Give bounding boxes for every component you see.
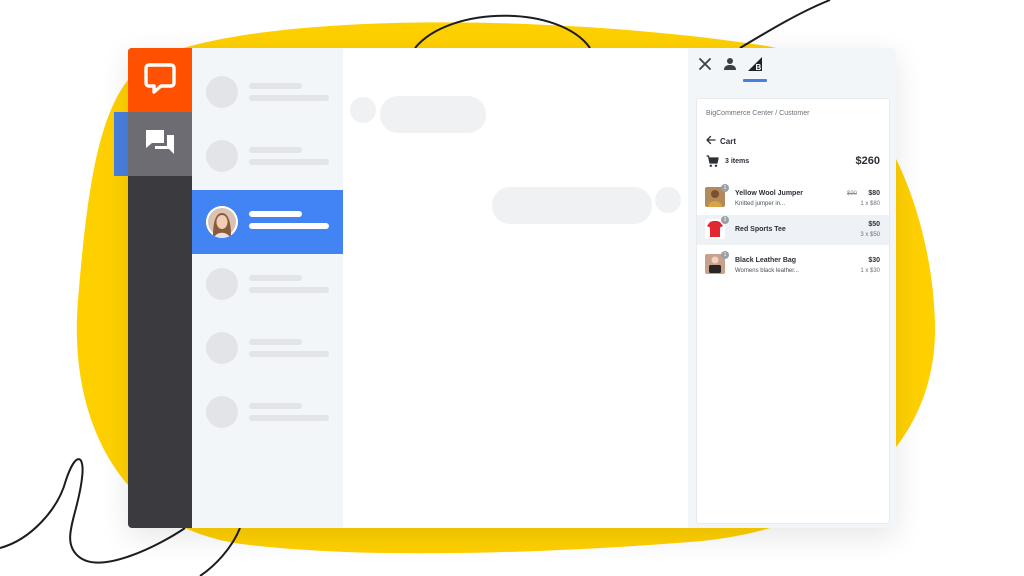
avatar-placeholder xyxy=(206,76,238,108)
chat-list-item[interactable] xyxy=(192,126,343,190)
chat-list-item[interactable] xyxy=(192,318,343,382)
product-name: Red Sports Tee xyxy=(735,226,786,233)
icon-rail xyxy=(128,48,192,528)
app-window: B BigCommerce Center / Customer Cart 3 i… xyxy=(128,48,896,528)
cart-item[interactable]: 1 Black Leather Bag Womens black leather… xyxy=(697,250,889,280)
product-name: Yellow Wool Jumper xyxy=(735,190,803,197)
product-name: Black Leather Bag xyxy=(735,257,797,264)
close-icon xyxy=(698,57,712,76)
name-placeholder xyxy=(249,83,302,89)
product-price: $80 xyxy=(868,190,880,197)
back-to-cart-button[interactable]: Cart xyxy=(706,132,736,150)
quantity-badge: 1 xyxy=(721,251,729,259)
customer-icon xyxy=(723,57,737,76)
chat-list-item[interactable] xyxy=(192,254,343,318)
avatar-placeholder xyxy=(206,332,238,364)
chats-accent xyxy=(114,112,128,176)
cart-total: $260 xyxy=(855,155,880,167)
chat-list-item-active[interactable] xyxy=(192,190,343,254)
avatar-placeholder xyxy=(206,268,238,300)
chat-list-item[interactable] xyxy=(192,62,343,126)
breadcrumb: BigCommerce Center / Customer xyxy=(706,110,810,117)
quantity-badge: 1 xyxy=(721,184,729,192)
speech-bubble-icon xyxy=(143,61,177,100)
name-placeholder xyxy=(249,275,302,281)
details-panel: B BigCommerce Center / Customer Cart 3 i… xyxy=(688,48,896,528)
agent-avatar-placeholder xyxy=(655,187,681,213)
customer-card: BigCommerce Center / Customer Cart 3 ite… xyxy=(696,98,890,524)
close-button[interactable] xyxy=(695,56,715,76)
product-old-price: $90 xyxy=(846,191,857,197)
message-placeholder xyxy=(249,159,329,165)
svg-text:B: B xyxy=(756,62,762,71)
arrow-left-icon xyxy=(706,132,716,150)
app-logo xyxy=(128,48,192,112)
cart-icon xyxy=(706,155,719,173)
name-placeholder xyxy=(249,211,302,217)
details-tabs: B xyxy=(688,48,896,90)
name-placeholder xyxy=(249,147,302,153)
sender-avatar-placeholder xyxy=(350,97,376,123)
message-placeholder xyxy=(249,415,329,421)
customer-avatar xyxy=(206,206,238,238)
message-placeholder xyxy=(249,351,329,357)
chats-nav-button[interactable] xyxy=(128,112,192,176)
name-placeholder xyxy=(249,403,302,409)
message-placeholder xyxy=(249,95,329,101)
product-quantity: 3 x $50 xyxy=(860,232,880,238)
name-placeholder xyxy=(249,339,302,345)
tab-customer[interactable] xyxy=(720,56,740,76)
cart-item-count: 3 items xyxy=(725,158,750,165)
cart-item[interactable]: 1 Yellow Wool Jumper Knitted jumper in..… xyxy=(697,183,889,213)
chats-icon xyxy=(143,125,177,164)
outgoing-message-bubble xyxy=(492,187,652,224)
bigcommerce-icon: B xyxy=(747,56,763,77)
product-quantity: 1 x $30 xyxy=(860,268,880,274)
product-price: $50 xyxy=(868,221,880,228)
incoming-message-bubble xyxy=(380,96,486,133)
product-quantity: 1 x $80 xyxy=(860,201,880,207)
cart-item[interactable]: 3 Red Sports Tee $50 3 x $50 xyxy=(697,215,889,245)
product-price: $30 xyxy=(868,257,880,264)
chat-area xyxy=(343,48,688,528)
active-tab-indicator xyxy=(743,79,767,82)
avatar-placeholder xyxy=(206,396,238,428)
cart-summary: 3 items $260 xyxy=(706,155,880,169)
chat-list-item[interactable] xyxy=(192,382,343,446)
quantity-badge: 3 xyxy=(721,216,729,224)
message-placeholder xyxy=(249,223,329,229)
message-placeholder xyxy=(249,287,329,293)
tab-bigcommerce[interactable]: B xyxy=(745,56,765,76)
product-description: Knitted jumper in... xyxy=(735,201,786,207)
cart-heading: Cart xyxy=(720,136,737,146)
decor-line-right xyxy=(739,0,831,49)
product-description: Womens black leather... xyxy=(735,268,799,274)
avatar-placeholder xyxy=(206,140,238,172)
chat-list xyxy=(192,48,343,528)
